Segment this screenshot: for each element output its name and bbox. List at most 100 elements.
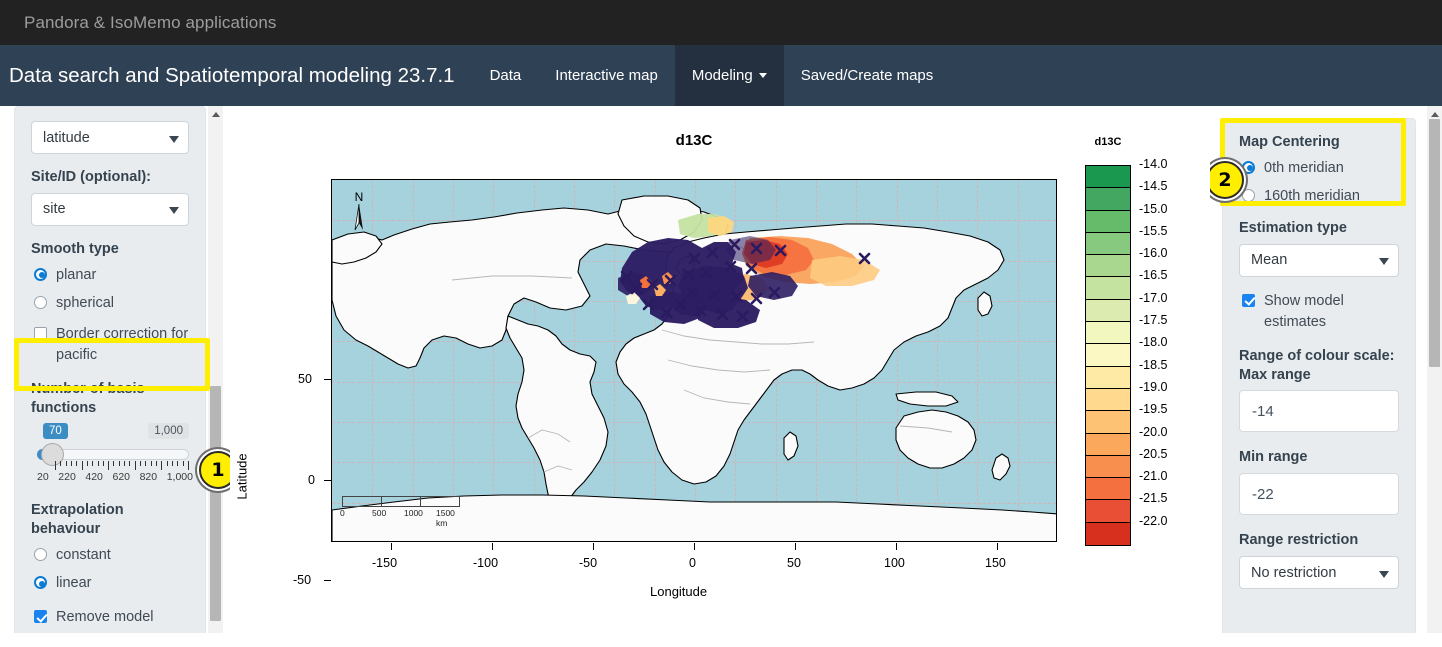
scroll-thumb[interactable] <box>210 386 221 621</box>
scale-bar-box <box>342 496 460 507</box>
legend-tick-15: -21.5 <box>1139 491 1168 506</box>
legend-tick-3: -15.5 <box>1139 223 1168 238</box>
model-settings-panel: latitude Site/ID (optional): site Smooth… <box>14 106 206 633</box>
legend-tick-7: -17.5 <box>1139 313 1168 328</box>
right-sidebar-scrollbar[interactable] <box>1427 106 1442 633</box>
latitude-select[interactable]: latitude <box>31 121 189 154</box>
scroll-thumb[interactable] <box>1429 119 1440 367</box>
checkbox-icon <box>34 610 47 624</box>
chevron-down-icon <box>169 207 179 215</box>
slider-value-bubble: 70 <box>43 423 68 440</box>
remove-model-label: Remove model <box>56 609 154 626</box>
x-tick-label-150: 150 <box>985 556 1006 570</box>
legend-tick-0: -14.0 <box>1139 157 1168 171</box>
border-correction-label: Border correction for pacific <box>56 325 189 363</box>
scroll-up-arrow-icon[interactable] <box>1430 112 1439 117</box>
tab-data[interactable]: Data <box>473 45 539 106</box>
slider-tick-5: 1,000 <box>166 471 193 484</box>
x-tick-label-100: 100 <box>884 556 905 570</box>
app-title: Data search and Spatiotemporal modeling … <box>9 63 455 87</box>
tab-data-label: Data <box>489 67 522 84</box>
scale-bar-labels: 0 500 1000 1500 km <box>340 508 460 528</box>
site-select[interactable]: site <box>31 192 189 226</box>
x-tick-label-n100: -100 <box>473 556 499 570</box>
y-tickmark <box>324 480 331 481</box>
radio-extrapolation-linear[interactable]: linear <box>31 573 189 594</box>
radio-meridian-0-label: 0th meridian <box>1264 159 1344 176</box>
radio-meridian-160[interactable]: 160th meridian <box>1239 186 1399 207</box>
legend-tick-1: -14.5 <box>1139 179 1168 194</box>
radio-smooth-spherical-label: spherical <box>56 294 115 311</box>
plot-title: d13C <box>675 132 713 149</box>
map-plot: d13C N 0 500 1000 1500 km 50 0 -50 Latit… <box>230 106 1210 633</box>
x-tickmark <box>593 543 594 550</box>
chevron-down-icon <box>1379 570 1389 578</box>
y-tick-label-50: 50 <box>298 372 312 386</box>
estimation-type-select[interactable]: Mean <box>1239 243 1399 277</box>
radio-icon <box>34 576 47 590</box>
x-tick-label-50: 50 <box>787 556 801 570</box>
remove-model-checkbox[interactable]: Remove model <box>31 607 189 628</box>
legend-tick-9: -18.5 <box>1139 357 1168 372</box>
left-sidebar-scrollbar[interactable] <box>208 106 223 633</box>
legend-tick-16: -22.0 <box>1139 513 1168 528</box>
min-range-input[interactable]: -22 <box>1239 473 1399 516</box>
radio-smooth-spherical[interactable]: spherical <box>31 293 189 314</box>
compass-north-label: N <box>354 190 364 204</box>
chevron-down-icon <box>1379 258 1389 266</box>
slider-tick-labels: 20 220 420 620 820 1,000 <box>37 471 193 483</box>
left-sidebar: latitude Site/ID (optional): site Smooth… <box>0 106 230 633</box>
tab-interactive-map[interactable]: Interactive map <box>538 45 675 106</box>
legend-tick-11: -19.5 <box>1139 402 1168 417</box>
tab-modeling[interactable]: Modeling <box>674 45 784 106</box>
radio-icon <box>1242 160 1255 174</box>
tab-interactive-map-label: Interactive map <box>555 67 658 84</box>
right-sidebar: Map Centering 0th meridian 160th meridia… <box>1210 106 1442 633</box>
border-correction-checkbox[interactable]: Border correction for pacific <box>31 324 189 366</box>
legend-tick-6: -17.0 <box>1139 290 1168 305</box>
radio-extrapolation-constant[interactable]: constant <box>31 545 189 566</box>
legend-tick-13: -20.5 <box>1139 446 1168 461</box>
colour-scale-legend: d13C -14.0 -14.5 -15.0 -15.5 -16.0 -16.5… <box>1085 136 1168 547</box>
max-range-input[interactable]: -14 <box>1239 390 1399 433</box>
x-tickmark <box>795 543 796 550</box>
radio-extrapolation-constant-label: constant <box>56 547 111 564</box>
tab-saved-create-maps-label: Saved/Create maps <box>800 67 934 84</box>
radio-meridian-0[interactable]: 0th meridian <box>1239 158 1399 179</box>
max-range-value: -14 <box>1252 402 1274 420</box>
x-tick-label-0: 0 <box>689 556 696 570</box>
tab-modeling-label: Modeling <box>691 67 753 84</box>
y-tickmark <box>324 580 331 581</box>
slider-tick-0: 20 <box>37 471 49 484</box>
scale-label-0: 0 <box>340 508 345 518</box>
x-tickmark <box>694 543 695 550</box>
radio-smooth-planar-label: planar <box>56 266 97 283</box>
chevron-down-icon <box>169 135 179 143</box>
x-tick-label-n150: -150 <box>372 556 398 570</box>
compass-rose: N <box>350 190 368 239</box>
range-restriction-label: Range restriction <box>1239 532 1359 549</box>
max-range-label: Range of colour scale: Max range <box>1239 347 1395 383</box>
map-scale-bar: 0 500 1000 1500 km <box>340 496 460 528</box>
legend-tick-labels: -14.0 -14.5 -15.0 -15.5 -16.0 -16.5 -17.… <box>1139 157 1189 538</box>
x-tick-label-n50: -50 <box>579 556 598 570</box>
y-tick-label-0: 0 <box>308 473 315 487</box>
checkbox-icon <box>1242 293 1255 307</box>
tab-saved-create-maps[interactable]: Saved/Create maps <box>784 45 951 106</box>
site-select-value: site <box>43 201 66 218</box>
legend-tick-14: -21.0 <box>1139 469 1168 484</box>
world-map-canvas[interactable]: N 0 500 1000 1500 km <box>331 179 1057 542</box>
estimation-type-value: Mean <box>1251 252 1288 269</box>
range-restriction-select[interactable]: No restriction <box>1239 556 1399 590</box>
smooth-type-label: Smooth type <box>31 240 119 257</box>
basis-functions-label: Number of basis functions <box>31 380 145 416</box>
extrapolation-label: Extrapolation behaviour <box>31 502 124 538</box>
scroll-up-arrow-icon[interactable] <box>211 112 220 117</box>
site-id-label: Site/ID (optional): <box>31 169 152 185</box>
show-model-estimates-checkbox[interactable]: Show model estimates <box>1239 291 1399 333</box>
content-area: latitude Site/ID (optional): site Smooth… <box>0 106 1442 633</box>
brand-bar: Pandora & IsoMemo applications <box>0 0 1442 45</box>
basis-functions-slider[interactable]: 70 1,000 20 220 420 620 820 1,000 <box>31 423 193 485</box>
x-axis-title: Longitude <box>650 584 708 599</box>
radio-smooth-planar[interactable]: planar <box>31 265 189 286</box>
